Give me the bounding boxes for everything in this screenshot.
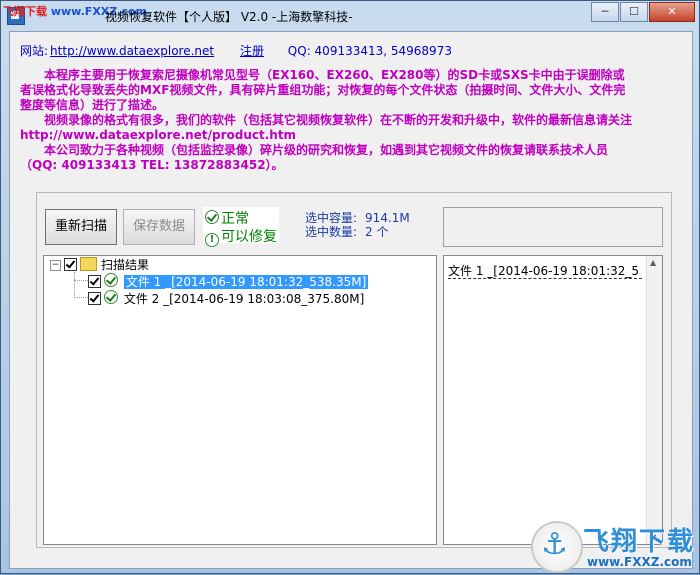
maximize-button[interactable]: ☐	[620, 2, 648, 22]
watermark-site: www.FXXZ.com	[587, 555, 692, 569]
save-data-button[interactable]: 保存数据	[123, 209, 195, 245]
file-1-checkbox[interactable]	[88, 275, 101, 288]
root-checkbox[interactable]	[64, 258, 77, 271]
vertical-scrollbar[interactable]: ▲ ▼	[646, 256, 662, 544]
capacity-label: 选中容量:	[305, 211, 358, 225]
tree-item-file-2[interactable]: 文件 2 _[2014-06-19 18:03:08_375.80M]	[88, 290, 364, 306]
legend-repairable-label: 可以修复	[221, 229, 277, 245]
qq-info: QQ: 409133413, 54968973	[287, 44, 452, 58]
file-2-label[interactable]: 文件 2 _[2014-06-19 18:03:08_375.80M]	[124, 292, 364, 306]
tree-item-file-1[interactable]: 文件 1 _[2014-06-19 18:01:32_538.35M]	[88, 273, 369, 289]
tree-root[interactable]: 扫描结果	[64, 257, 149, 273]
status-legend: 正常 ! 可以修复	[203, 207, 279, 247]
check-circle-icon	[104, 290, 118, 304]
legend-normal: 正常	[205, 208, 249, 228]
count-value: 2 个	[365, 225, 389, 239]
collapse-icon[interactable]: −	[50, 260, 61, 271]
description: 本程序主要用于恢复索尼摄像机常见型号（EX160、EX260、EX280等）的S…	[20, 68, 636, 173]
watermark-bottom: 飞翔下载 www.FXXZ.com	[531, 519, 700, 575]
client-area: 网站: http://www.dataexplore.net 注册 QQ: 409…	[9, 31, 693, 569]
file-detail-panel: 文件 1 _[2014-06-19 18:01:32_538.35M ▲ ▼	[443, 255, 663, 545]
minimize-button[interactable]: ─	[591, 2, 619, 22]
count-label: 选中数量:	[305, 225, 358, 239]
anchor-logo-icon	[531, 521, 583, 573]
window-title: 视频恢复软件【个人版】 V2.0 -上海数擎科技-	[105, 10, 353, 24]
file-1-label[interactable]: 文件 1 _[2014-06-19 18:01:32_538.35M]	[123, 275, 369, 289]
main-window: 飞翔下载 www.FXXZ.com 视频恢复软件【个人版】 V2.0 -上海数擎…	[0, 0, 700, 574]
tree-line	[74, 297, 88, 298]
description-para-2: 视频录像的格式有很多，我们的软件（包括其它视频恢复软件）在不断的开发和升级中，软…	[20, 113, 633, 142]
info-box	[443, 207, 663, 247]
check-circle-icon	[205, 210, 219, 224]
legend-normal-label: 正常	[221, 211, 249, 227]
title-bar[interactable]: 飞翔下载 www.FXXZ.com 视频恢复软件【个人版】 V2.0 -上海数擎…	[1, 1, 699, 29]
tree-root-label: 扫描结果	[101, 258, 150, 272]
description-para-3: 本公司致力于各种视频（包括监控录像）碎片级的研究和恢复，如遇到其它视频文件的恢复…	[20, 143, 609, 172]
website-label: 网站:	[20, 44, 49, 58]
exclamation-circle-icon: !	[205, 233, 219, 247]
check-circle-icon	[104, 273, 118, 287]
detail-file-line: 文件 1 _[2014-06-19 18:01:32_538.35M	[448, 264, 638, 278]
scan-panel: 重新扫描 保存数据 正常 ! 可以修复 选中容量: 914.1M 选中数量: 2 个	[36, 192, 672, 548]
caption-buttons: ─ ☐ ✕	[590, 2, 695, 22]
scroll-up-icon[interactable]: ▲	[650, 258, 656, 267]
file-2-checkbox[interactable]	[88, 292, 101, 305]
register-link[interactable]: 注册	[240, 44, 264, 58]
rescan-button[interactable]: 重新扫描	[45, 209, 117, 245]
selection-stats: 选中容量: 914.1M 选中数量: 2 个	[305, 211, 410, 239]
watermark-brand: 飞翔下载	[583, 527, 696, 557]
folder-icon	[80, 257, 97, 271]
scan-result-tree[interactable]: − 扫描结果 文件 1 _[2014-06-19 18:01:32_538.35…	[43, 255, 437, 545]
legend-repairable: ! 可以修复	[205, 226, 277, 247]
detail-separator	[448, 278, 642, 279]
website-link[interactable]: http://www.dataexplore.net	[50, 44, 214, 58]
description-para-1: 本程序主要用于恢复索尼摄像机常见型号（EX160、EX260、EX280等）的S…	[20, 68, 626, 112]
capacity-value: 914.1M	[365, 211, 410, 225]
tree-line	[74, 280, 88, 281]
tree-line	[74, 272, 75, 298]
header-links: 网站: http://www.dataexplore.net 注册 QQ: 409…	[20, 42, 452, 59]
close-button[interactable]: ✕	[649, 2, 695, 22]
